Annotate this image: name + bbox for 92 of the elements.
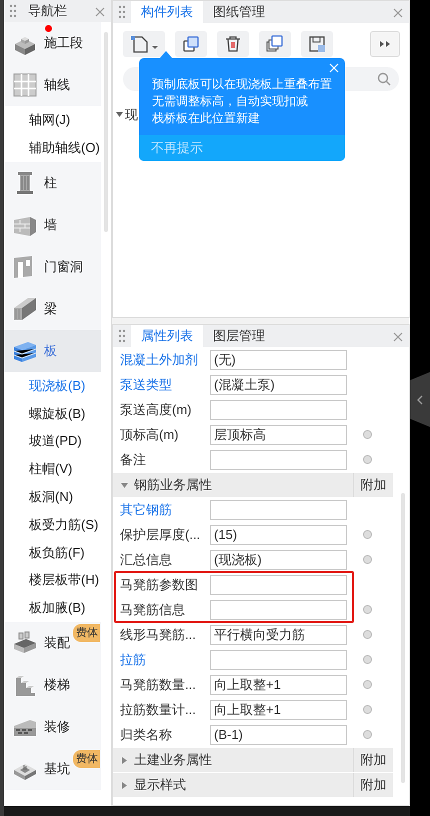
panel-title: 导航栏 <box>27 2 67 20</box>
property-name: 泵送类型 <box>119 376 173 394</box>
nav-item[interactable]: 板受力筋(S) <box>4 510 111 538</box>
property-value-field[interactable] <box>210 450 347 470</box>
panel-tab[interactable]: 构件列表 <box>131 1 203 23</box>
nav-category-label: 门窗洞 <box>44 258 83 276</box>
group-header-label[interactable]: 钢筋业务属性 <box>134 475 212 495</box>
nav-category-label: 柱 <box>44 174 57 192</box>
nav-item[interactable]: 辅助轴线(O) <box>4 134 111 162</box>
property-value-field[interactable]: 向上取整+1 <box>210 674 347 694</box>
drag-handle-icon <box>118 5 126 19</box>
property-value-field[interactable]: 向上取整+1 <box>210 700 347 720</box>
group-header-label[interactable]: 显示样式 <box>134 775 186 795</box>
trial-tag: 费体 <box>73 750 100 768</box>
nav-item[interactable]: 板加腋(B) <box>4 594 111 622</box>
tooltip-text: 预制底板可以在现浇板上重叠布置 <box>152 76 333 93</box>
beam-icon <box>12 296 38 322</box>
close-icon <box>393 8 403 18</box>
property-name: 其它钢筋 <box>119 500 173 519</box>
property-value-field[interactable] <box>210 574 347 594</box>
save-button[interactable] <box>301 31 333 57</box>
property-value-field[interactable]: (15) <box>210 524 347 544</box>
property-name: 顶标高(m) <box>119 426 180 444</box>
close-icon <box>95 6 105 17</box>
save-icon <box>308 35 326 53</box>
nav-item[interactable]: 螺旋板(B) <box>4 399 111 428</box>
property-value-field[interactable] <box>210 600 347 620</box>
close-icon <box>393 332 403 342</box>
property-value-field[interactable]: (无) <box>210 350 347 370</box>
append-column-label: 附加 <box>353 773 393 797</box>
property-name: 拉筋数量计... <box>119 700 197 719</box>
panel-tab[interactable]: 属性列表 <box>131 325 203 347</box>
search-icon <box>377 72 391 86</box>
nav-item[interactable]: 板负筋(F) <box>4 538 111 566</box>
more-button[interactable] <box>370 31 400 57</box>
copy-layers-button[interactable] <box>259 31 291 57</box>
copy-button[interactable] <box>175 31 207 57</box>
drag-handle-icon <box>9 4 17 18</box>
nav-item[interactable]: 轴网(J) <box>4 106 111 134</box>
copy-layers-icon <box>266 35 284 53</box>
nav-item[interactable]: 坡道(PD) <box>4 427 111 455</box>
delete-icon <box>224 35 242 53</box>
nav-category-label: 装修 <box>44 718 70 736</box>
copy-icon <box>182 35 200 53</box>
chevron-left-icon <box>417 394 423 404</box>
box-icon <box>12 630 38 656</box>
property-name: 拉筋 <box>119 650 147 669</box>
nav-category-label: 板 <box>44 342 57 360</box>
trial-tag: 费体 <box>73 624 100 642</box>
append-column-label: 附加 <box>353 473 393 497</box>
property-value-field[interactable] <box>210 400 347 420</box>
nav-category-label: 楼梯 <box>44 676 70 694</box>
panel-tab[interactable]: 图层管理 <box>203 325 275 347</box>
property-value-field[interactable]: (混凝土泵) <box>210 374 347 394</box>
close-icon <box>329 63 339 74</box>
nav-category[interactable]: 板 <box>4 330 101 372</box>
property-name: 马凳筋数量... <box>119 676 197 694</box>
nav-category-label: 墙 <box>44 216 57 234</box>
delete-button[interactable] <box>217 31 249 57</box>
property-name: 汇总信息 <box>119 550 173 569</box>
nav-category-label: 装配 <box>44 634 70 652</box>
grid-icon <box>12 72 38 98</box>
property-name: 马凳筋信息 <box>119 600 186 619</box>
group-header-label[interactable]: 土建业务属性 <box>134 750 212 770</box>
nav-category-label: 轴线 <box>44 76 70 94</box>
tree-item-label[interactable]: 现 <box>125 105 138 124</box>
nav-item[interactable]: 板洞(N) <box>4 482 111 511</box>
nav-item[interactable]: 楼层板带(H) <box>4 566 111 594</box>
panel-tab[interactable]: 图纸管理 <box>203 1 275 23</box>
property-name: 保护层厚度(... <box>119 526 202 544</box>
nav-category-label: 施工段 <box>44 34 83 52</box>
property-name: 线形马凳筋... <box>119 626 197 644</box>
tooltip-text: 栈桥板在此位置新建 <box>152 110 261 127</box>
new-button[interactable] <box>123 31 165 57</box>
drag-handle-icon <box>118 329 126 343</box>
property-value-field[interactable] <box>210 500 347 520</box>
property-value-field[interactable]: 平行横向受力筋 <box>210 624 347 644</box>
property-name: 马凳筋参数图 <box>119 576 199 594</box>
property-name: 泵送高度(m) <box>119 400 192 419</box>
property-name: 归类名称 <box>119 726 173 744</box>
property-value-field[interactable]: (B-1) <box>210 724 347 744</box>
property-name: 混凝土外加剂 <box>119 350 199 369</box>
tooltip-text: 无需调整标高，自动实现扣减 <box>152 93 309 110</box>
new-icon <box>130 35 158 53</box>
property-value-field[interactable]: 层顶标高 <box>210 424 347 444</box>
property-value-field[interactable] <box>210 650 347 670</box>
property-value-field[interactable]: (现浇板) <box>210 550 347 570</box>
nav-category-label: 基坑 <box>44 760 70 778</box>
nav-category-label: 梁 <box>44 300 57 318</box>
nav-item[interactable]: 现浇板(B) <box>4 372 111 400</box>
nav-item[interactable]: 柱帽(V) <box>4 454 111 483</box>
property-name: 备注 <box>119 450 147 469</box>
